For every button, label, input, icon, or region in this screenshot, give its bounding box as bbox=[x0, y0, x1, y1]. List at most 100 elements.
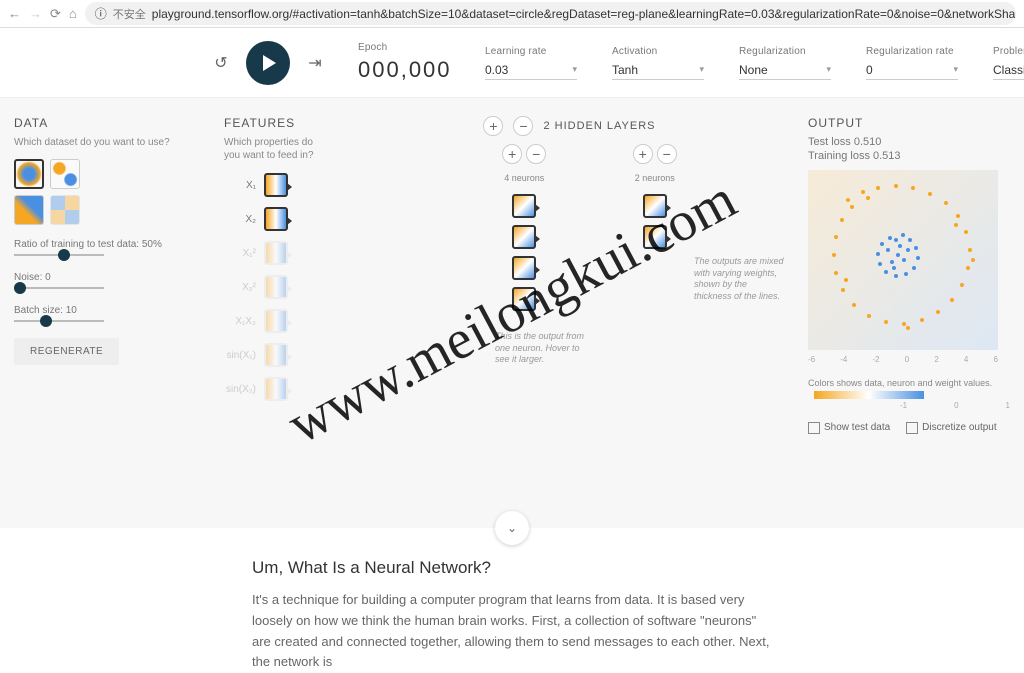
address-bar[interactable]: ⓘ 不安全 playground.tensorflow.org/#activat… bbox=[85, 2, 1016, 25]
neuron[interactable] bbox=[512, 256, 536, 280]
output-heatmap: -6-4-20246 bbox=[808, 170, 998, 350]
dataset-circle[interactable] bbox=[14, 159, 44, 189]
train-loss: Training loss 0.513 bbox=[808, 150, 1010, 162]
gradient-bar bbox=[814, 391, 924, 399]
chevron-down-icon: ▾ bbox=[699, 64, 704, 75]
remove-neuron-button[interactable]: − bbox=[657, 144, 677, 164]
output-column: OUTPUT Test loss 0.510 Training loss 0.5… bbox=[794, 116, 1024, 528]
show-test-check[interactable]: Show test data bbox=[808, 422, 890, 434]
reset-icon[interactable]: ↺ bbox=[210, 52, 232, 74]
data-title: DATA bbox=[14, 116, 196, 130]
data-column: DATA Which dataset do you want to use? R… bbox=[0, 116, 210, 528]
chevron-down-icon: ⌄ bbox=[507, 521, 517, 535]
feature-x2sq[interactable] bbox=[264, 275, 288, 299]
feature-label: sin(X₁) bbox=[224, 350, 256, 361]
output-title: OUTPUT bbox=[808, 116, 1010, 130]
learning-rate-label: Learning rate bbox=[485, 46, 580, 57]
scatter-plot bbox=[808, 170, 998, 350]
noise-slider[interactable] bbox=[14, 287, 104, 289]
feature-label: sin(X₂) bbox=[224, 384, 256, 395]
article: Um, What Is a Neural Network? It's a tec… bbox=[252, 528, 772, 673]
batch-slider[interactable] bbox=[14, 320, 104, 322]
activation-label: Activation bbox=[612, 46, 707, 57]
play-button[interactable] bbox=[246, 41, 290, 85]
add-neuron-button[interactable]: + bbox=[502, 144, 522, 164]
play-icon bbox=[263, 55, 276, 71]
main-area: DATA Which dataset do you want to use? R… bbox=[0, 98, 1024, 528]
reg-rate-select[interactable]: 0▾ bbox=[866, 61, 958, 80]
remove-layer-button[interactable]: + bbox=[483, 116, 503, 136]
feature-label: X₂ bbox=[224, 214, 256, 225]
add-layer-button[interactable]: − bbox=[513, 116, 533, 136]
feature-label: X₁² bbox=[224, 248, 256, 259]
learning-rate-select[interactable]: 0.03▾ bbox=[485, 61, 577, 80]
add-neuron-button[interactable]: + bbox=[633, 144, 653, 164]
data-subtitle: Which dataset do you want to use? bbox=[14, 136, 196, 149]
forward-icon: → bbox=[29, 6, 42, 21]
neuron[interactable] bbox=[643, 194, 667, 218]
feature-label: X₂² bbox=[224, 282, 256, 293]
ratio-slider[interactable] bbox=[14, 254, 104, 256]
slider-knob[interactable] bbox=[14, 282, 26, 294]
feature-label: X₁ bbox=[224, 180, 256, 191]
article-heading: Um, What Is a Neural Network? bbox=[252, 558, 772, 578]
slider-knob[interactable] bbox=[58, 249, 70, 261]
feature-x1x2[interactable] bbox=[264, 309, 288, 333]
feature-sinx1[interactable] bbox=[264, 343, 288, 367]
url-text: playground.tensorflow.org/#activation=ta… bbox=[152, 7, 1016, 21]
article-body: It's a technique for building a computer… bbox=[252, 590, 772, 673]
remove-neuron-button[interactable]: − bbox=[526, 144, 546, 164]
dataset-spiral[interactable] bbox=[50, 195, 80, 225]
checkbox-icon bbox=[906, 422, 918, 434]
reload-icon[interactable]: ⟳ bbox=[50, 6, 61, 22]
neuron[interactable] bbox=[512, 225, 536, 249]
feature-x1[interactable] bbox=[264, 173, 288, 197]
neuron[interactable] bbox=[512, 194, 536, 218]
epoch-value: 000,000 bbox=[358, 57, 453, 83]
neuron[interactable] bbox=[643, 225, 667, 249]
features-title: FEATURES bbox=[224, 116, 331, 130]
chevron-down-icon: ▾ bbox=[826, 64, 831, 75]
feature-label: X₁X₂ bbox=[224, 316, 256, 327]
checkbox-icon bbox=[808, 422, 820, 434]
feature-sinx2[interactable] bbox=[264, 377, 288, 401]
ratio-label: Ratio of training to test data: 50% bbox=[14, 239, 196, 250]
batch-label: Batch size: 10 bbox=[14, 305, 196, 316]
hidden-count: 2 bbox=[543, 120, 550, 132]
regularization-label: Regularization bbox=[739, 46, 834, 57]
step-icon[interactable]: ⇥ bbox=[304, 52, 326, 74]
feature-x1sq[interactable] bbox=[264, 241, 288, 265]
chevron-down-icon: ▾ bbox=[953, 64, 958, 75]
hidden-label: HIDDEN LAYERS bbox=[555, 120, 656, 132]
regenerate-button[interactable]: REGENERATE bbox=[14, 338, 119, 365]
chevron-down-icon: ▾ bbox=[572, 64, 577, 75]
network-column: + − 2 HIDDEN LAYERS bbox=[345, 116, 794, 528]
regularization-select[interactable]: None▾ bbox=[739, 61, 831, 80]
discretize-check[interactable]: Discretize output bbox=[906, 422, 996, 434]
weights-annotation: The outputs are mixed with varying weigh… bbox=[694, 256, 784, 303]
neuron-annotation: This is the output from one neuron. Hove… bbox=[495, 331, 585, 366]
browser-chrome: ← → ⟳ ⌂ ⓘ 不安全 playground.tensorflow.org/… bbox=[0, 0, 1024, 28]
noise-label: Noise: 0 bbox=[14, 272, 196, 283]
slider-knob[interactable] bbox=[40, 315, 52, 327]
neuron[interactable] bbox=[512, 287, 536, 311]
activation-select[interactable]: Tanh▾ bbox=[612, 61, 704, 80]
features-subtitle: Which properties do you want to feed in? bbox=[224, 136, 331, 162]
reg-rate-label: Regularization rate bbox=[866, 46, 961, 57]
dataset-cluster[interactable] bbox=[50, 159, 80, 189]
test-loss: Test loss 0.510 bbox=[808, 136, 1010, 148]
epoch-label: Epoch bbox=[358, 42, 453, 53]
problem-label: Problem type bbox=[993, 46, 1024, 57]
info-icon: ⓘ bbox=[95, 5, 107, 22]
dataset-gauss[interactable] bbox=[14, 195, 44, 225]
problem-select[interactable]: Classification▾ bbox=[993, 61, 1024, 80]
feature-x2[interactable] bbox=[264, 207, 288, 231]
legend-text: Colors shows data, neuron and weight val… bbox=[808, 378, 992, 388]
home-icon[interactable]: ⌂ bbox=[69, 6, 77, 21]
layer2-count: 2 neurons bbox=[635, 173, 675, 183]
expand-button[interactable]: ⌄ bbox=[495, 511, 529, 545]
security-status: 不安全 bbox=[113, 6, 146, 22]
back-icon[interactable]: ← bbox=[8, 6, 21, 21]
top-controls: ↺ ⇥ Epoch 000,000 Learning rate 0.03▾ Ac… bbox=[0, 28, 1024, 98]
features-column: FEATURES Which properties do you want to… bbox=[210, 116, 345, 528]
